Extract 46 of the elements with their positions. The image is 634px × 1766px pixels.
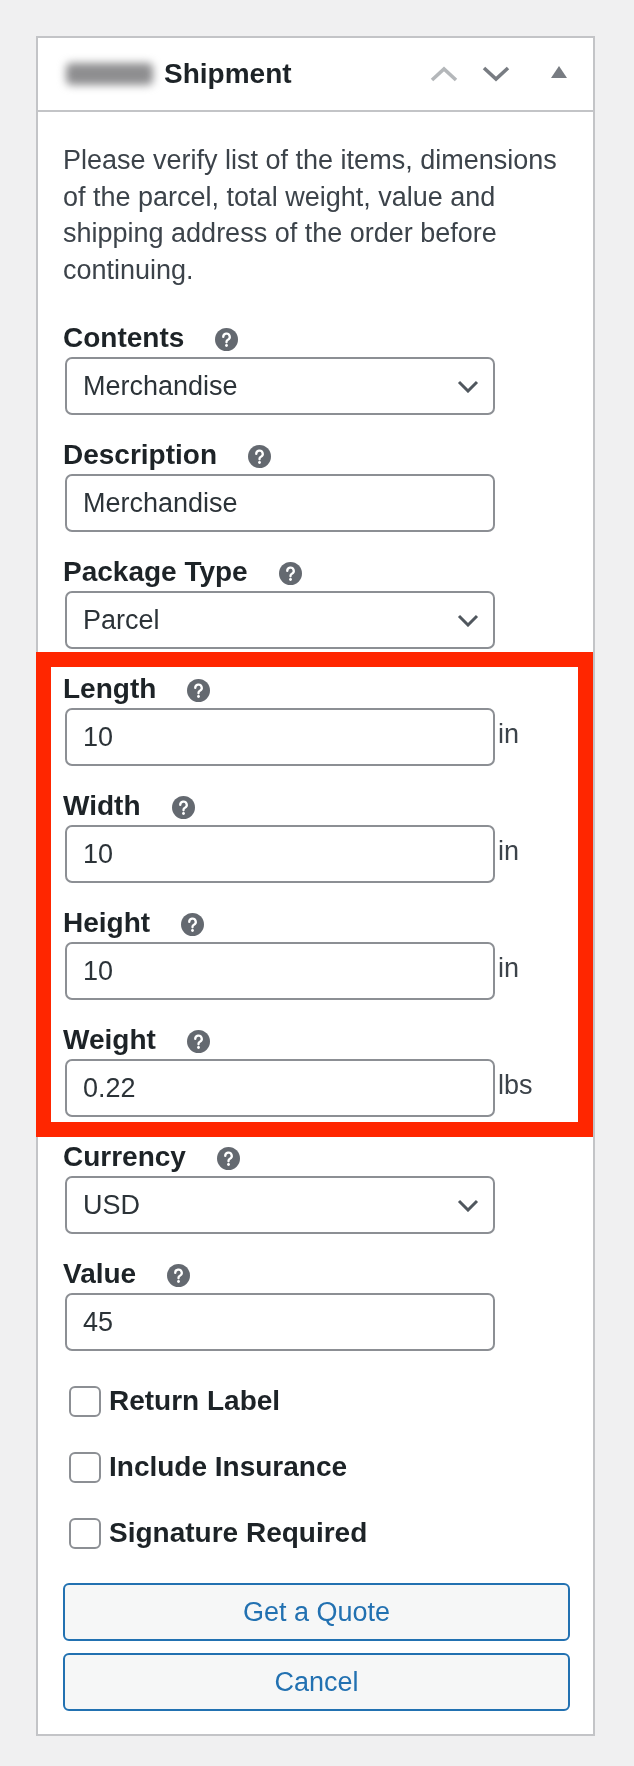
- text-field[interactable]: 0.22: [65, 1059, 495, 1117]
- help-icon[interactable]: [278, 561, 302, 585]
- text-field[interactable]: 10: [65, 825, 495, 883]
- triangle-up-icon[interactable]: [551, 66, 567, 78]
- intro-text: Please verify list of the items, dimensions of the parcel, total weight, value and shipping address of the order before continuing.: [63, 144, 558, 287]
- get-quote-button[interactable]: Get a Quote: [63, 1583, 570, 1641]
- select-field[interactable]: USD: [65, 1176, 495, 1234]
- field-label: Contents: [63, 322, 185, 354]
- checkbox-label: Signature Required: [109, 1517, 368, 1549]
- help-icon[interactable]: [181, 912, 205, 936]
- checkbox[interactable]: [69, 1451, 101, 1483]
- field-label: Height: [63, 907, 151, 939]
- text-field[interactable]: 10: [65, 942, 495, 1000]
- help-icon[interactable]: [216, 1146, 240, 1170]
- chevron-down-icon: [457, 1198, 479, 1212]
- field-label: Description: [63, 439, 218, 471]
- checkbox[interactable]: [69, 1385, 101, 1417]
- select-field[interactable]: Parcel: [65, 591, 495, 649]
- field-label: Currency: [63, 1141, 186, 1173]
- help-icon[interactable]: [248, 444, 272, 468]
- chevron-down-icon[interactable]: [482, 66, 510, 82]
- help-icon[interactable]: [187, 678, 211, 702]
- field-label: Value: [63, 1258, 137, 1290]
- checkbox-label: Return Label: [109, 1385, 281, 1417]
- unit-label: lbs: [498, 1069, 533, 1101]
- help-icon[interactable]: [186, 1029, 210, 1053]
- text-field[interactable]: 45: [65, 1293, 495, 1351]
- select-field[interactable]: Merchandise: [65, 357, 495, 415]
- help-icon[interactable]: [171, 795, 195, 819]
- help-icon[interactable]: [215, 327, 239, 351]
- field-label: Length: [63, 673, 157, 705]
- help-icon[interactable]: [167, 1263, 191, 1287]
- field-label: Weight: [63, 1024, 156, 1056]
- checkbox[interactable]: [69, 1517, 101, 1549]
- unit-label: in: [498, 952, 519, 984]
- chevron-down-icon: [457, 613, 479, 627]
- checkbox-label: Include Insurance: [109, 1451, 348, 1483]
- chevron-down-icon: [457, 379, 479, 393]
- cancel-button[interactable]: Cancel: [63, 1653, 570, 1711]
- panel-title: Shipment: [164, 57, 292, 91]
- field-label: Package Type: [63, 556, 248, 588]
- text-field[interactable]: 10: [65, 708, 495, 766]
- unit-label: in: [498, 718, 519, 750]
- text-field[interactable]: Merchandise: [65, 474, 495, 532]
- unit-label: in: [498, 835, 519, 867]
- field-label: Width: [63, 790, 141, 822]
